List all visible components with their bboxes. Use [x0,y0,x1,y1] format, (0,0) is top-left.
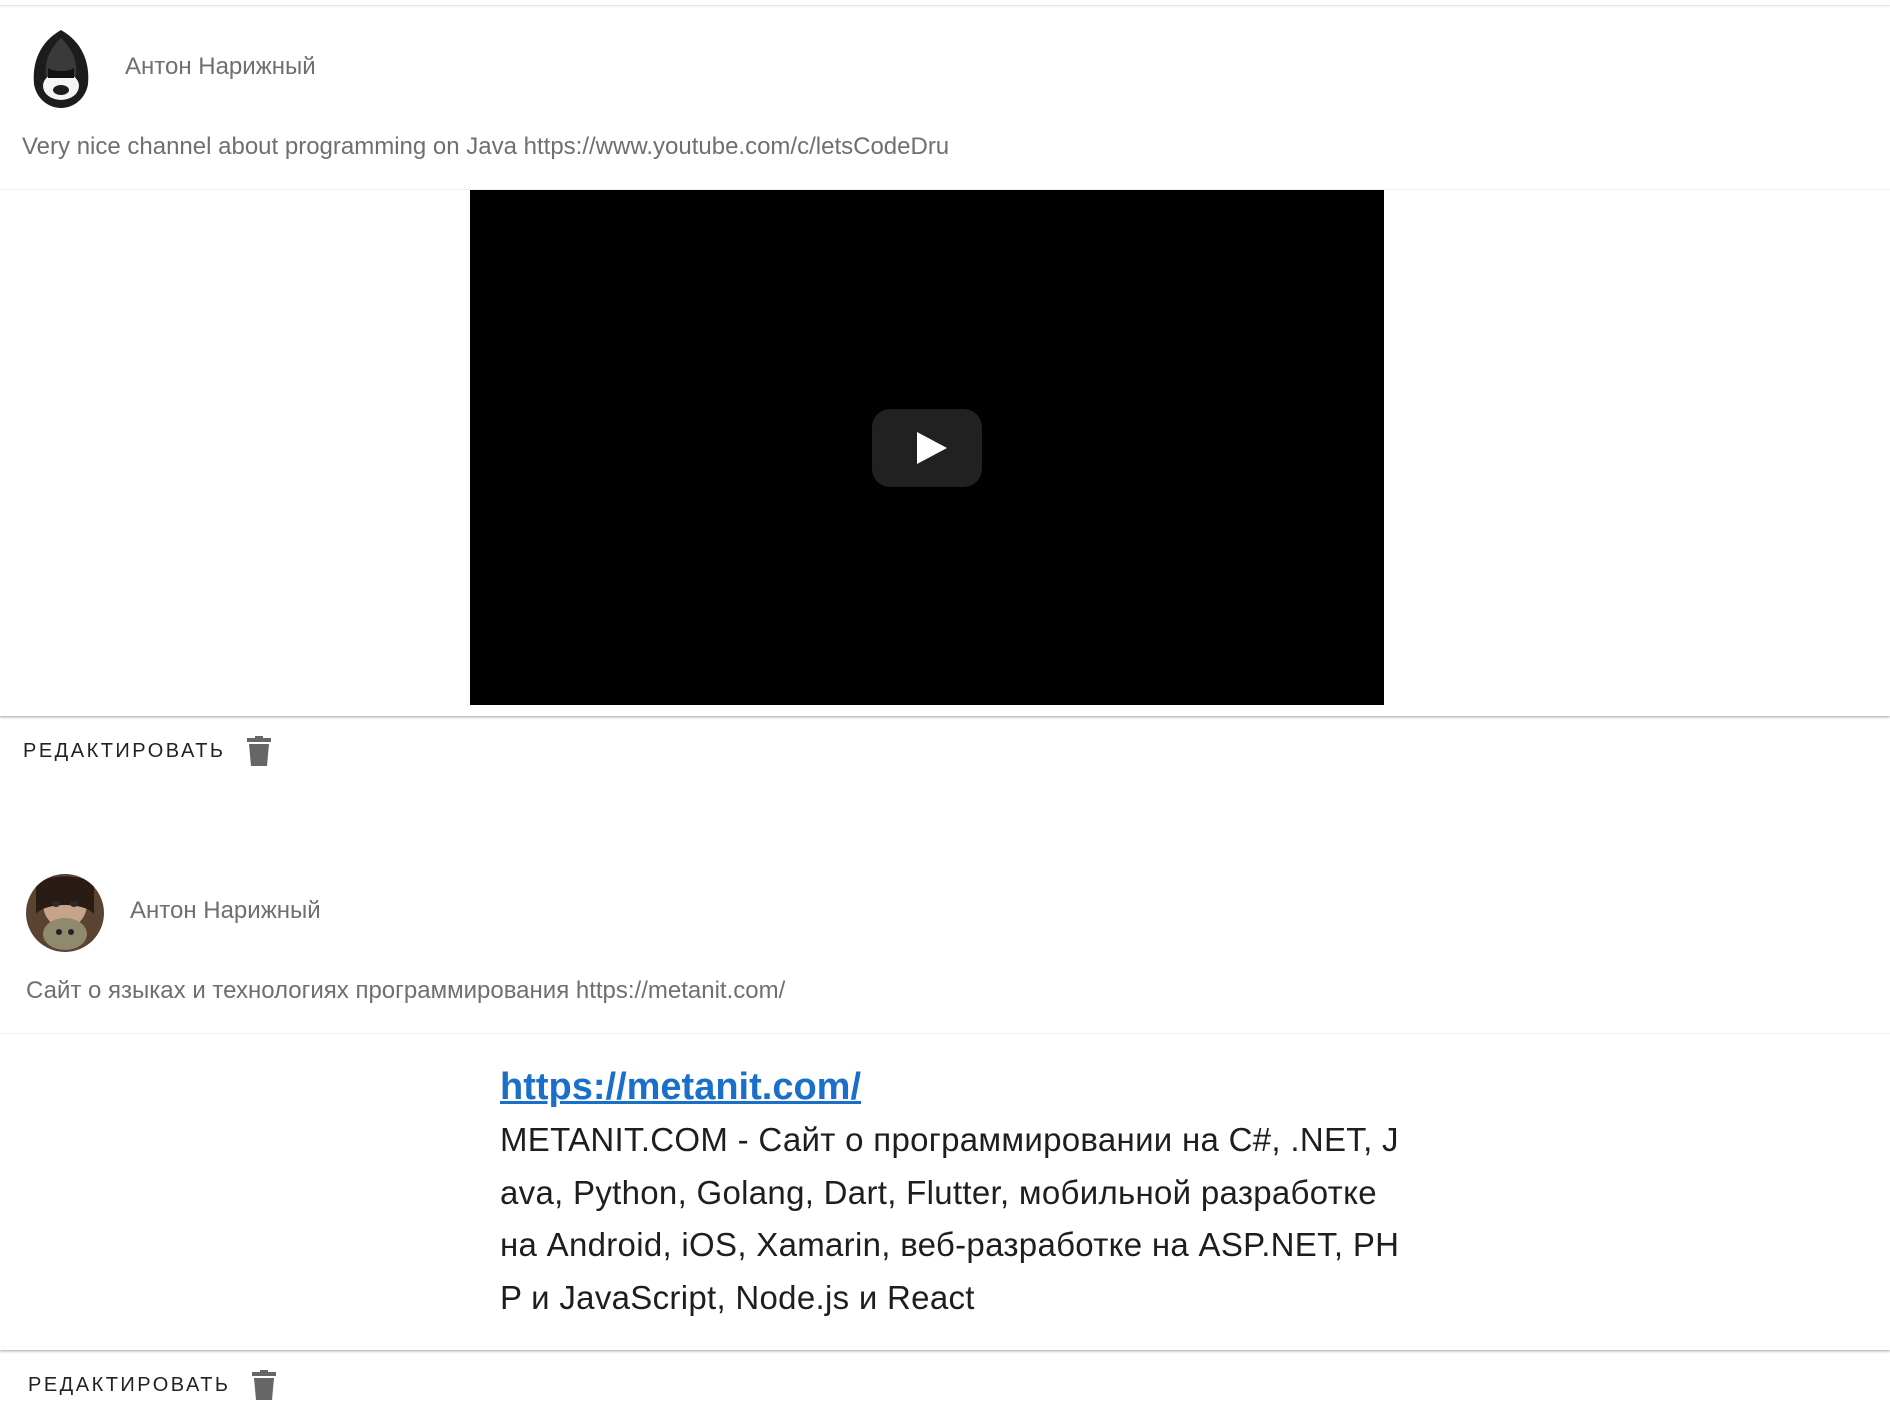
post-text: Сайт о языках и технологиях программиров… [26,977,786,1004]
video-player[interactable] [470,190,1384,705]
play-icon [917,432,947,464]
post-text: Very nice channel about programming on J… [22,133,950,160]
hooded-figure-avatar[interactable] [26,28,96,110]
play-button[interactable] [872,409,982,487]
preview-description: METANIT.COM - Сайт о программировании на… [500,1121,1400,1316]
preview-link[interactable]: https://metanit.com/ [500,1064,1400,1110]
link-preview-card: https://metanit.com/ METANIT.COM - Сайт … [0,1033,1890,1350]
feed-page: Антон Нарижный Very nice channel about p… [0,0,1890,1417]
post-actions: РЕДАКТИРОВАТЬ [0,725,400,775]
edit-button[interactable]: РЕДАКТИРОВАТЬ [23,740,226,763]
post-actions: РЕДАКТИРОВАТЬ [0,1359,400,1409]
trash-icon[interactable] [252,1370,276,1405]
trash-icon[interactable] [247,736,271,771]
photo-avatar[interactable] [26,874,104,952]
author-name[interactable]: Антон Нарижный [125,53,316,81]
divider [0,0,1890,6]
link-preview: https://metanit.com/ METANIT.COM - Сайт … [500,1064,1400,1324]
edit-button[interactable]: РЕДАКТИРОВАТЬ [28,1374,231,1397]
video-embed-card [0,189,1890,716]
author-name[interactable]: Антон Нарижный [130,897,321,925]
